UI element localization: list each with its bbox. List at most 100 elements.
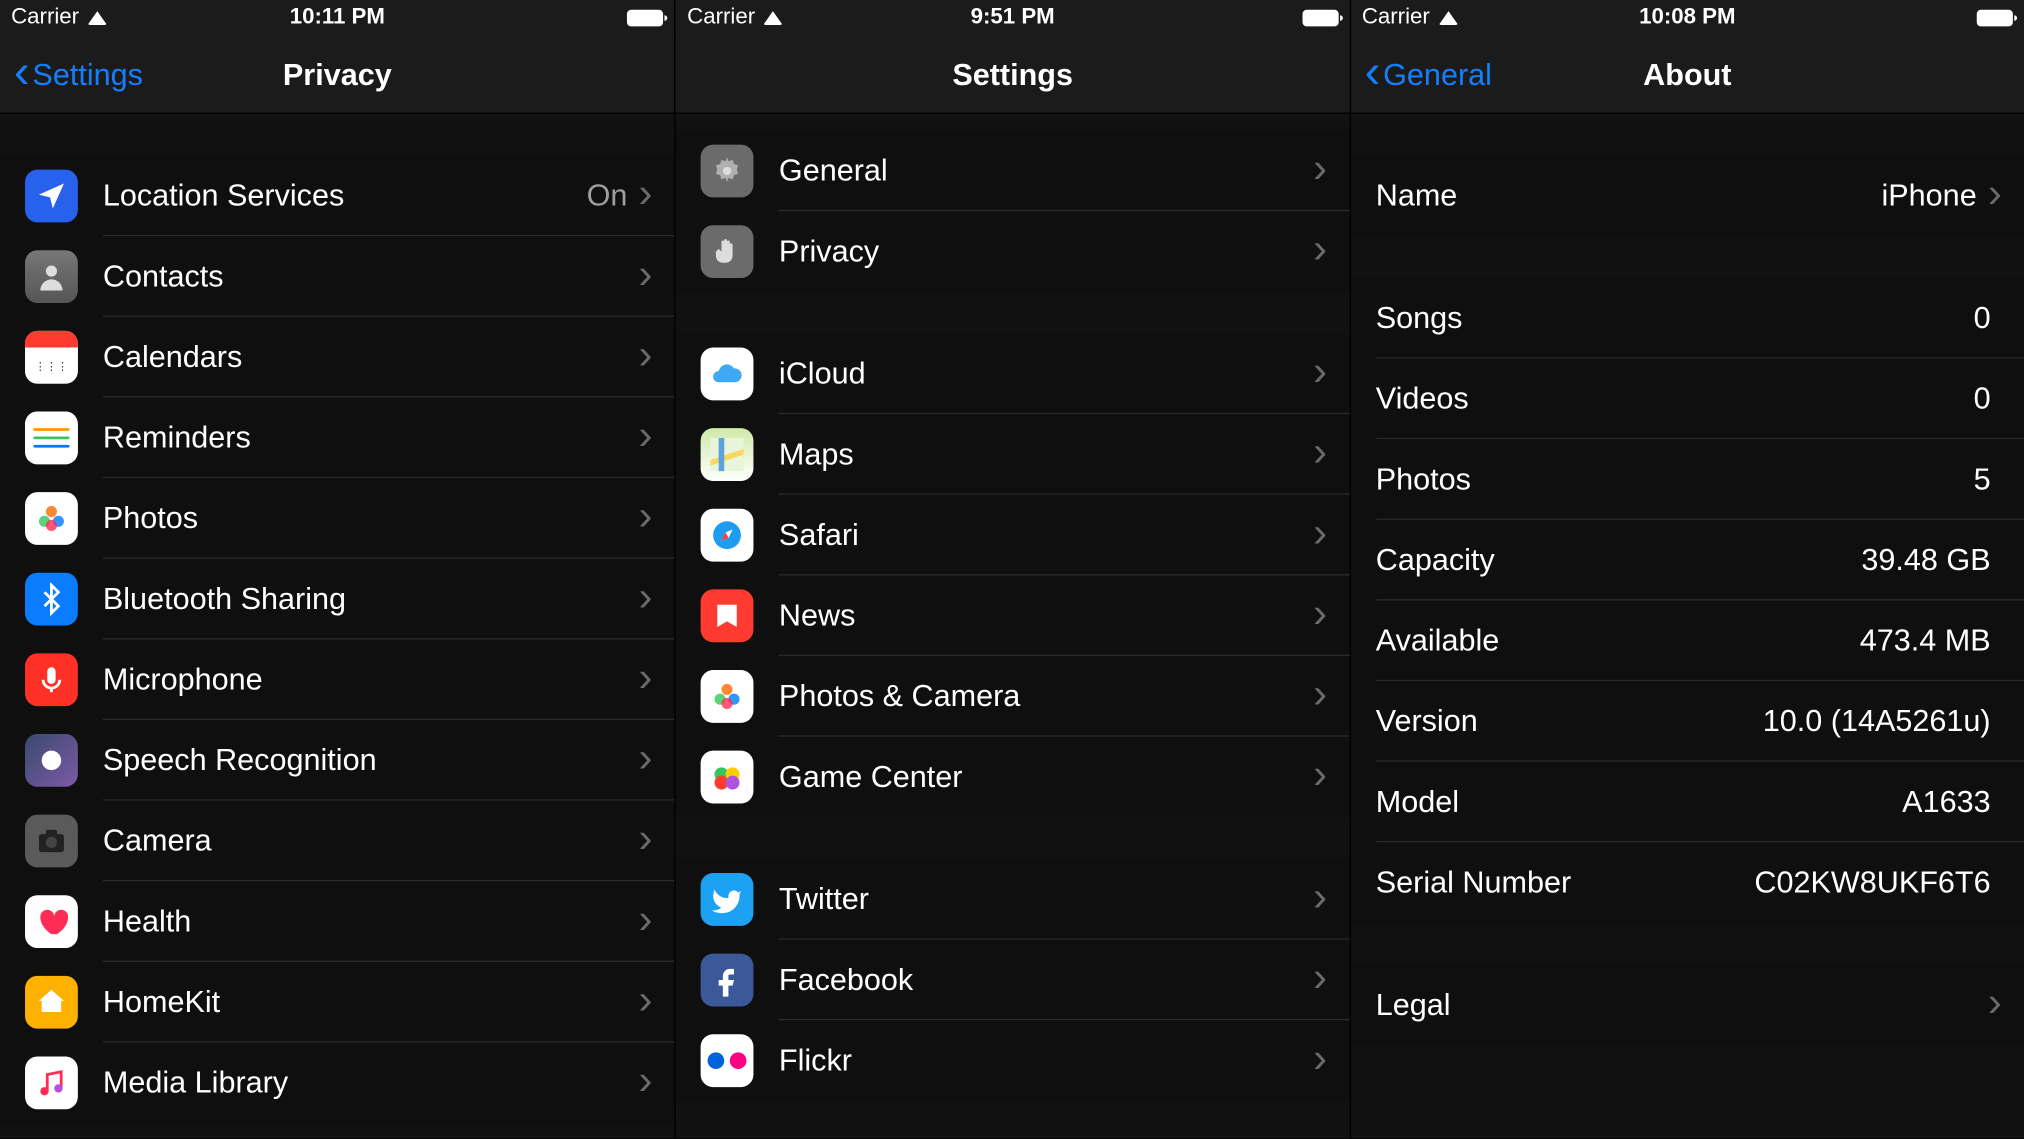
row-label: Health [103,904,639,940]
row-label: Speech Recognition [103,742,639,778]
status-time: 10:11 PM [290,6,385,31]
row-microphone[interactable]: Microphone › [0,639,675,720]
chevron-right-icon: › [639,174,653,216]
list-gap [676,114,1349,131]
row-label: General [779,153,1313,189]
row-game-center[interactable]: Game Center › [676,737,1349,818]
row-health[interactable]: Health › [0,881,675,962]
page-title: Privacy [283,56,392,92]
chevron-right-icon: › [1313,229,1327,271]
chevron-right-icon: › [1313,674,1327,716]
row-twitter[interactable]: Twitter › [676,859,1349,940]
row-value: 39.48 GB [1861,542,1990,578]
back-button[interactable]: ‹General [1351,54,1492,96]
row-songs[interactable]: Songs 0 [1351,278,2024,359]
chevron-right-icon: › [1988,174,2002,216]
loc-icon [25,170,78,223]
row-model[interactable]: Model A1633 [1351,762,2024,843]
row-name[interactable]: Name iPhone › [1351,156,2024,237]
list: Location Services On › Contacts › ⋮⋮⋮ Ca… [0,114,675,1123]
row-general[interactable]: General › [676,131,1349,212]
row-label: Photos [1376,462,1974,498]
chevron-right-icon: › [1313,352,1327,394]
chevron-right-icon: › [639,1061,653,1103]
row-maps[interactable]: Maps › [676,414,1349,495]
row-label: HomeKit [103,984,639,1020]
row-label: Model [1376,784,1902,820]
photos-icon [25,492,78,545]
row-icloud[interactable]: iCloud › [676,334,1349,415]
row-location-services[interactable]: Location Services On › [0,156,675,237]
row-label: Privacy [779,234,1313,270]
row-available[interactable]: Available 473.4 MB [1351,601,2024,682]
row-legal[interactable]: Legal › [1351,965,2024,1046]
row-capacity[interactable]: Capacity 39.48 GB [1351,520,2024,601]
row-homekit[interactable]: HomeKit › [0,962,675,1043]
row-value: iPhone [1881,178,1976,214]
row-photos-camera[interactable]: Photos & Camera › [676,656,1349,737]
row-media-library[interactable]: Media Library › [0,1043,675,1124]
page-title: About [1643,56,1731,92]
battery-icon [1977,10,2013,27]
row-value: 5 [1974,462,1991,498]
news-icon [701,589,754,642]
chevron-right-icon: › [1313,513,1327,555]
chevron-right-icon: › [639,658,653,700]
chevron-right-icon: › [1313,1038,1327,1080]
chevron-right-icon: › [639,335,653,377]
battery-icon [1302,10,1338,27]
chevron-right-icon: › [639,577,653,619]
chevron-right-icon: › [1313,432,1327,474]
row-label: Photos [103,500,639,536]
photos-icon [701,670,754,723]
back-label: General [1383,56,1492,92]
list: General › Privacy › iCloud › Maps › Safa… [676,114,1349,1101]
row-news[interactable]: News › [676,576,1349,657]
row-safari[interactable]: Safari › [676,495,1349,576]
row-label: Version [1376,703,1763,739]
row-label: Reminders [103,420,639,456]
status-time: 10:08 PM [1639,6,1735,31]
row-photos[interactable]: Photos › [0,478,675,559]
chevron-right-icon: › [639,738,653,780]
row-flickr[interactable]: Flickr › [676,1020,1349,1101]
row-reminders[interactable]: Reminders › [0,398,675,479]
row-label: Camera [103,823,639,859]
wifi-icon [1438,11,1457,25]
row-photos-count[interactable]: Photos 5 [1351,439,2024,520]
back-button[interactable]: ‹Settings [0,54,143,96]
cam-icon [25,815,78,868]
row-serial-number[interactable]: Serial Number C02KW8UKF6T6 [1351,842,2024,923]
list-gap [676,292,1349,334]
carrier-label: Carrier [1362,6,1430,31]
chevron-right-icon: › [639,254,653,296]
row-version[interactable]: Version 10.0 (14A5261u) [1351,681,2024,762]
safari-icon [701,509,754,562]
list-gap [1351,923,2024,965]
gear-icon [701,145,754,198]
page-title: Settings [952,56,1073,92]
row-label: Media Library [103,1065,639,1101]
row-value: 0 [1974,300,1991,336]
row-value: 473.4 MB [1860,623,1991,659]
row-label: Twitter [779,881,1313,917]
chevron-right-icon: › [639,899,653,941]
chevron-right-icon: › [639,819,653,861]
chevron-right-icon: › [1313,958,1327,1000]
list-gap [0,114,675,156]
row-calendars[interactable]: ⋮⋮⋮ Calendars › [0,317,675,398]
fb-icon [701,954,754,1007]
nav-bar: Settings [676,36,1349,114]
row-videos[interactable]: Videos 0 [1351,359,2024,440]
cal-icon: ⋮⋮⋮ [25,331,78,384]
row-label: News [779,598,1313,634]
row-contacts[interactable]: Contacts › [0,236,675,317]
pane-about: Carrier 10:08 PM ‹General About Name iPh… [1349,0,2024,1139]
row-privacy[interactable]: Privacy › [676,211,1349,292]
row-label: Flickr [779,1043,1313,1079]
row-camera[interactable]: Camera › [0,801,675,882]
row-bluetooth-sharing[interactable]: Bluetooth Sharing › [0,559,675,640]
row-speech-recognition[interactable]: Speech Recognition › [0,720,675,801]
row-facebook[interactable]: Facebook › [676,940,1349,1021]
chevron-right-icon: › [1313,877,1327,919]
